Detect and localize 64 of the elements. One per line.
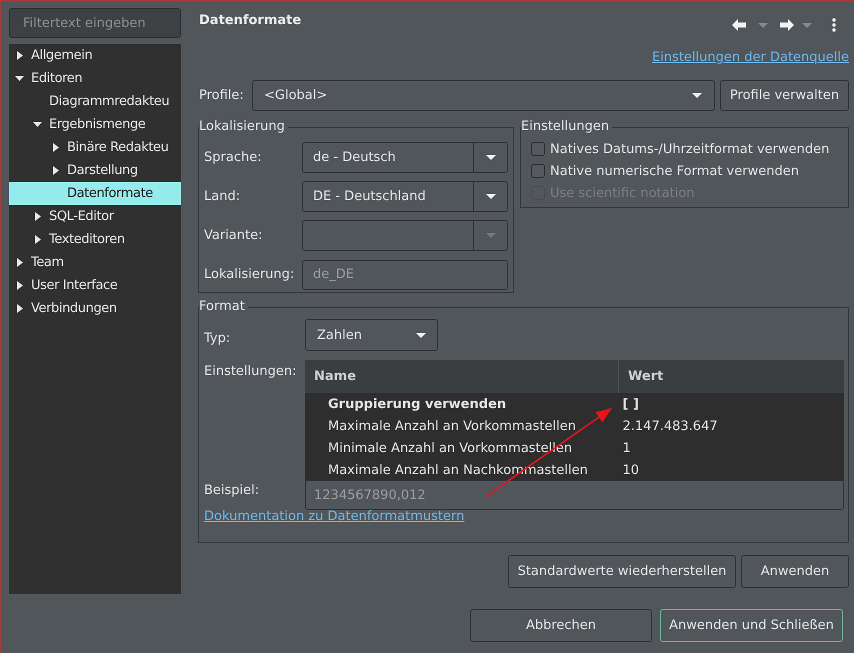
field-label: Lokalisierung: <box>204 267 296 282</box>
field-label: Einstellungen: <box>204 364 298 380</box>
restore-defaults-button[interactable]: Standardwerte wiederherstellen <box>508 555 736 588</box>
column-header[interactable]: Wert <box>618 360 844 393</box>
forward-arrow-icon[interactable] <box>780 19 794 31</box>
group-title: Lokalisierung <box>199 119 286 135</box>
tree-item[interactable]: Binäre Redakteu <box>9 136 181 159</box>
caret-down-icon <box>486 233 496 238</box>
caret-down-icon <box>692 93 702 98</box>
caret-right-icon[interactable] <box>17 258 23 267</box>
tree-item[interactable]: Texteditoren <box>9 228 181 251</box>
dropdown[interactable]: DE - Deutschland <box>302 181 508 212</box>
caret-right-icon[interactable] <box>53 166 59 175</box>
checkbox[interactable] <box>531 164 545 178</box>
column-header[interactable]: Name <box>305 360 618 393</box>
caret-right-icon[interactable] <box>17 304 23 313</box>
tree-item[interactable]: Allgemein <box>9 44 181 67</box>
tree-item[interactable]: Editoren <box>9 67 181 90</box>
dropdown[interactable]: <Global> <box>252 80 715 111</box>
table-cell: [ ] <box>618 393 844 415</box>
tree-item[interactable]: Verbindungen <box>9 297 181 320</box>
dropdown[interactable]: de - Deutsch <box>302 142 508 173</box>
caret-right-icon[interactable] <box>53 143 59 152</box>
field-label: Sprache: <box>204 150 263 165</box>
caret-down-icon[interactable] <box>15 76 24 81</box>
more-options-icon[interactable] <box>832 18 836 32</box>
caret-right-icon[interactable] <box>17 51 23 60</box>
dropdown[interactable]: Zahlen <box>305 319 438 351</box>
caret-down-icon <box>486 194 496 199</box>
tree-item[interactable]: SQL-Editor <box>9 205 181 228</box>
tree-item[interactable]: Team <box>9 251 181 274</box>
checkbox-label: Native numerische Format verwenden <box>550 164 799 178</box>
table-cell: Maximale Anzahl an Vorkommastellen <box>305 415 618 437</box>
caret-down-icon <box>416 332 426 338</box>
checkbox[interactable] <box>531 142 545 156</box>
caret-right-icon[interactable] <box>17 281 23 290</box>
apply-button[interactable]: Anwenden <box>741 555 849 588</box>
filter-field[interactable]: Filtertext eingeben <box>9 8 181 38</box>
group-title: Einstellungen <box>521 119 610 135</box>
checkbox-label: Natives Datums-/Uhrzeitformat verwenden <box>550 142 830 156</box>
caret-down-icon <box>486 155 496 160</box>
caret-right-icon[interactable] <box>35 235 41 244</box>
field-label: Variante: <box>204 228 264 243</box>
apply-and-close-button[interactable]: Anwenden und Schließen <box>660 609 843 642</box>
cancel-button[interactable]: Abbrechen <box>470 609 652 642</box>
page-title: Datenformate <box>199 13 302 29</box>
field-label: Typ: <box>204 330 232 346</box>
tree-item[interactable]: Diagrammredakteu <box>9 90 181 113</box>
group-title: Format <box>199 299 246 315</box>
table-cell: 1 <box>618 437 844 459</box>
tree-item[interactable]: Datenformate <box>9 182 181 205</box>
manage-profiles-button[interactable]: Profile verwalten <box>720 80 849 111</box>
caret-down-icon[interactable] <box>33 122 42 127</box>
caret-right-icon[interactable] <box>35 212 41 221</box>
field-label: Land: <box>204 189 242 204</box>
tree-item[interactable]: Ergebnismenge <box>9 113 181 136</box>
tree-item[interactable]: Darstellung <box>9 159 181 182</box>
tree-item[interactable]: User Interface <box>9 274 181 297</box>
table-cell: 10 <box>618 459 844 481</box>
table-cell: 2.147.483.647 <box>618 415 844 437</box>
field-label: Beispiel: <box>204 482 260 498</box>
back-arrow-icon[interactable] <box>732 19 746 31</box>
table-cell: Gruppierung verwenden <box>305 393 618 415</box>
field-label: Profile: <box>198 88 245 103</box>
